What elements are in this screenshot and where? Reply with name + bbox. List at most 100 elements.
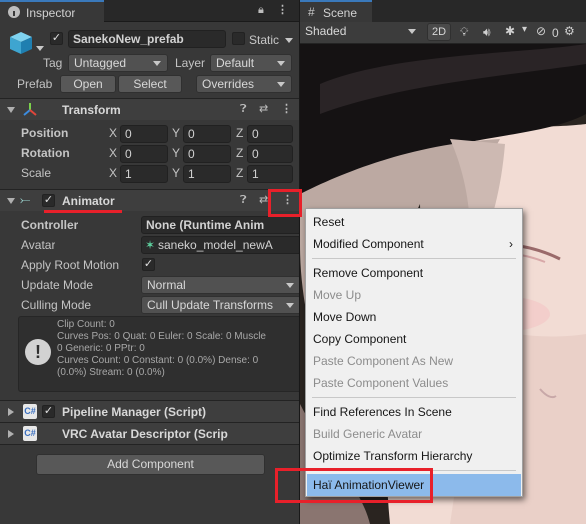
rotation-z-label: Z [236,146,244,160]
menu-item-label: Modified Component [313,237,424,251]
animator-title-underline [44,210,122,213]
avatar-humanoid-icon: ✶ [145,238,156,252]
shading-mode-dropdown[interactable]: Shaded [300,23,422,41]
scale-z-label: Z [236,166,244,180]
prefab-select-button[interactable]: Select [118,75,182,93]
add-component-button[interactable]: Add Component [36,454,265,475]
tab-scene-label: Scene [323,6,358,20]
transform-more-icon[interactable]: ⋮ [281,102,292,115]
menu-item-optimize-transform-hierarchy[interactable]: Optimize Transform Hierarchy [307,445,521,467]
lock-icon[interactable]: 🔒︎ [258,4,264,17]
object-name-field[interactable]: SanekoNew_prefab [68,30,226,48]
menu-item-find-references[interactable]: Find References In Scene [307,401,521,423]
menu-item-remove-component[interactable]: Remove Component [307,262,521,284]
animator-info-text: Clip Count: 0 Curves Pos: 0 Quat: 0 Eule… [57,319,299,379]
rotation-label: Rotation [21,146,70,160]
more-button-highlight [268,189,302,217]
info-line: Curves Count: 0 Constant: 0 (0.0%) Dense… [57,355,259,366]
more-options-icon[interactable]: ⋮ [277,3,288,16]
prefab-overrides-dropdown[interactable]: Overrides [196,75,292,93]
active-checkbox[interactable]: ✓ [50,32,63,45]
divider [0,444,299,445]
info-line: Curves Pos: 0 Quat: 0 Euler: 0 Scale: 0 … [57,331,266,342]
position-x-field[interactable]: 0 [120,125,168,143]
animator-icon: ⤚ [20,192,31,207]
animator-foldout-icon[interactable] [7,198,15,204]
menu-item-move-down[interactable]: Move Down [307,306,521,328]
menu-separator [312,397,516,398]
controller-field[interactable]: None (Runtime Anim [141,216,299,234]
pipeline-foldout-icon[interactable] [8,408,14,416]
animator-title: Animator [62,194,115,208]
tag-dropdown[interactable]: Untagged [68,54,168,72]
update-mode-label: Update Mode [21,278,94,292]
scale-y-label: Y [172,166,181,180]
update-mode-dropdown[interactable]: Normal [141,276,299,294]
vrc-avatar-descriptor-header[interactable]: C# VRC Avatar Descriptor (Scrip [0,422,299,444]
2d-toggle-button[interactable]: 2D [427,23,451,41]
static-checkbox[interactable] [232,32,245,45]
rotation-z-field[interactable]: 0 [247,145,293,163]
rotation-y-label: Y [172,146,181,160]
transform-title: Transform [62,103,121,117]
prefab-open-button[interactable]: Open [60,75,116,93]
help-icon[interactable]: ❓︎ [240,103,247,116]
rotation-y-field[interactable]: 0 [183,145,231,163]
scene-grid-icon: # [308,5,315,19]
tab-inspector[interactable]: Inspector [0,0,104,22]
pipeline-manager-header[interactable]: C# ✓ Pipeline Manager (Script) [0,400,299,422]
vrc-foldout-icon[interactable] [8,430,14,438]
info-line: (0.0%) Stream: 0 (0.0%) [57,367,165,378]
rotation-x-field[interactable]: 0 [120,145,168,163]
menu-separator [312,258,516,259]
info-line: Clip Count: 0 [57,319,115,330]
menu-item-paste-component-as-new: Paste Component As New [313,354,454,368]
scale-label: Scale [21,166,52,180]
layer-dropdown[interactable]: Default [210,54,292,72]
menu-item-build-generic-avatar: Build Generic Avatar [313,427,423,441]
pipeline-enabled-checkbox[interactable]: ✓ [42,405,55,418]
scene-more-icon[interactable]: ⚙︎ [564,24,575,38]
animator-presets-icon[interactable]: ⇄ [259,193,268,206]
menu-item-modified-component[interactable]: Modified Component › [307,233,521,255]
presets-icon[interactable]: ⇄ [259,102,268,115]
position-label: Position [21,126,69,140]
position-z-label: Z [236,126,244,140]
position-y-field[interactable]: 0 [183,125,231,143]
transform-fields: Position X 0 Y 0 Z 0 Rotation X 0 Y 0 Z … [0,124,299,184]
info-line: 0 Generic: 0 PPtr: 0 [57,343,145,354]
animator-help-icon[interactable]: ❓︎ [240,194,247,207]
audio-toggle-icon[interactable]: 🔊︎ [483,25,491,40]
scene-tab-bar: # Scene [300,0,586,22]
animator-header[interactable]: ⤚ ✓ Animator ❓︎ ⇄ ⋮ [0,189,299,211]
static-dropdown-arrow-icon[interactable] [285,38,293,43]
scale-y-field[interactable]: 1 [183,165,231,183]
culling-mode-label: Culling Mode [21,298,92,312]
hidden-objects-icon[interactable]: ⊘ [536,24,546,38]
animationviewer-highlight [275,468,433,503]
static-label: Static [249,33,280,47]
apply-root-motion-label: Apply Root Motion [21,258,120,272]
script-icon: C# [23,404,37,419]
effects-dropdown-icon[interactable]: ▾ [522,24,527,35]
gizmo-count: 0 [552,26,559,40]
avatar-field[interactable]: ✶ saneko_model_newA [141,236,299,254]
avatar-label: Avatar [21,238,56,252]
transform-foldout-icon[interactable] [7,107,15,113]
transform-header[interactable]: Transform ❓︎ ⇄ ⋮ [0,98,299,120]
info-icon [8,6,20,18]
layer-label: Layer [175,56,206,70]
tab-scene[interactable]: # Scene [300,0,372,22]
menu-item-copy-component[interactable]: Copy Component [307,328,521,350]
animator-enabled-checkbox[interactable]: ✓ [42,194,55,207]
lighting-toggle-icon[interactable]: 💡︎ [460,25,468,40]
menu-item-reset[interactable]: Reset [307,211,521,233]
scale-z-field[interactable]: 1 [247,165,293,183]
position-z-field[interactable]: 0 [247,125,293,143]
apply-root-motion-checkbox[interactable]: ✓ [142,258,155,271]
culling-mode-dropdown[interactable]: Cull Update Transforms [141,296,299,314]
scale-x-field[interactable]: 1 [120,165,168,183]
icon-dropdown-arrow-icon[interactable] [36,46,44,51]
effects-toggle-icon[interactable]: ✱ [505,24,515,38]
tab-inspector-label: Inspector [26,6,76,20]
